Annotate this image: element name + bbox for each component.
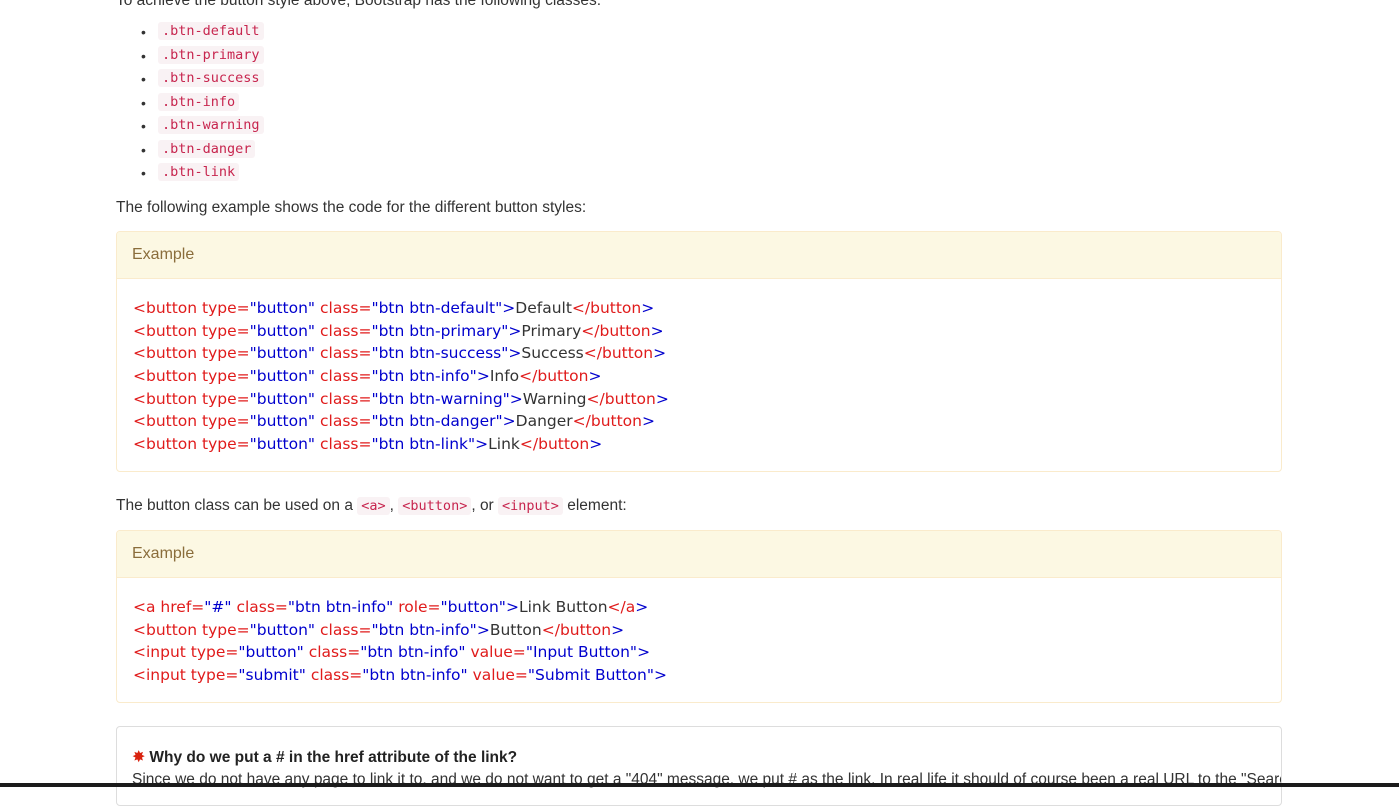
code-line: <button type="button" class="btn btn-war… <box>133 389 669 408</box>
code-line: <button type="button" class="btn btn-inf… <box>133 620 625 639</box>
class-code: .btn-success <box>158 69 264 87</box>
example-heading: Example <box>117 531 1281 578</box>
bullet-icon: • <box>141 47 146 64</box>
code-line: <button type="button" class="btn btn-inf… <box>133 367 602 386</box>
tutorial-page: To achieve the button style above, Boots… <box>0 0 1399 806</box>
code-line: <button type="button" class="btn btn-def… <box>133 299 655 317</box>
bullet-icon: • <box>141 118 146 134</box>
class-code: .btn-link <box>158 163 240 181</box>
example-panel-1: Example <button type="button" class="btn… <box>116 231 1282 472</box>
class-code: .btn-primary <box>158 45 264 64</box>
code-line: <input type="button" class="btn btn-info… <box>133 643 651 662</box>
class-code: .btn-default <box>158 22 264 40</box>
inline-code-a: <a> <box>357 497 390 515</box>
intro-text: To achieve the button style above, Boots… <box>116 0 602 9</box>
inline-code-button: <button> <box>398 497 472 515</box>
class-code: .btn-warning <box>158 116 264 134</box>
example-code: <a href="#" class="btn btn-info" role="b… <box>117 578 1281 699</box>
bullet-icon: • <box>141 165 146 181</box>
code-line: <button type="button" class="btn btn-pri… <box>133 321 664 340</box>
example2-intro: The button class can be used on a <a>, <… <box>116 497 627 515</box>
bullet-icon: • <box>141 94 146 111</box>
example-code: <button type="button" class="btn btn-def… <box>117 279 1281 468</box>
bottom-edge-bar <box>0 783 1399 787</box>
example1-intro: The following example shows the code for… <box>116 199 587 216</box>
inline-code-input: <input> <box>498 497 563 515</box>
code-line: <input type="submit" class="btn btn-info… <box>133 666 667 685</box>
example-heading: Example <box>117 232 1281 279</box>
class-code: .btn-info <box>158 92 240 111</box>
asterisk-icon: ✸ <box>132 749 146 766</box>
bullet-icon: • <box>141 71 146 87</box>
code-line: <button type="button" class="btn btn-suc… <box>133 344 667 363</box>
code-line: <a href="#" class="btn btn-info" role="b… <box>133 598 649 616</box>
code-line: <button type="button" class="btn btn-lin… <box>133 435 603 454</box>
note-panel: ✸ Why do we put a # in the href attribute… <box>116 726 1282 806</box>
bullet-icon: • <box>141 24 146 40</box>
code-line: <button type="button" class="btn btn-dan… <box>133 412 655 431</box>
example-panel-2: Example <a href="#" class="btn btn-info"… <box>116 530 1282 703</box>
bullet-icon: • <box>141 141 146 158</box>
note-title: ✸ Why do we put a # in the href attribute… <box>132 749 518 766</box>
class-code: .btn-danger <box>158 139 256 158</box>
